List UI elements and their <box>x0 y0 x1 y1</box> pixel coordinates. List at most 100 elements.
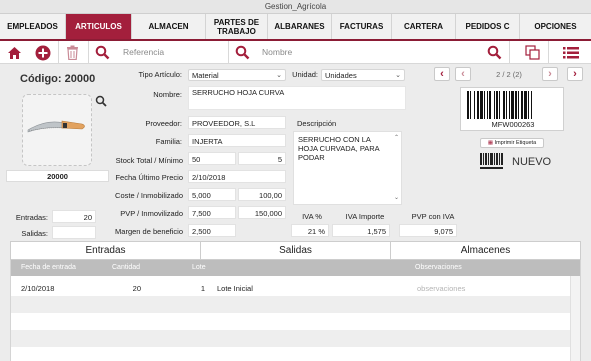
barcode-bar <box>511 91 514 119</box>
iva-importe-field[interactable]: 1,575 <box>332 224 390 237</box>
pvp-iva-field[interactable]: 9,075 <box>399 224 457 237</box>
tab-almacenes[interactable]: Almacenes <box>391 242 580 259</box>
margen-field[interactable]: 2,500 <box>188 224 236 237</box>
tab-opciones[interactable]: OPCIONES <box>520 14 591 39</box>
barcode-bar <box>524 91 527 119</box>
stock-total-field[interactable]: 50 <box>188 152 236 165</box>
column-header: Fecha de entrada <box>21 264 76 271</box>
codigo-label: Código: 20000 <box>20 73 96 85</box>
last-record-button[interactable]: › <box>567 67 583 81</box>
home-icon[interactable] <box>6 44 23 61</box>
table-scrollbar[interactable] <box>570 276 580 361</box>
entradas-table: Fecha de entrada Cantidad Lote Observaci… <box>10 260 581 361</box>
next-record-button[interactable]: › <box>542 67 558 81</box>
descripcion-textarea[interactable]: SERRUCHO CON LA HOJA CURVADA, PARA PODAR… <box>293 131 402 205</box>
table-row <box>11 347 570 361</box>
barcode-bar <box>509 91 510 119</box>
column-header: Lote <box>192 264 206 271</box>
barcode-bar <box>528 91 529 119</box>
zoom-icon[interactable] <box>95 95 107 107</box>
printer-icon: ▦ <box>487 140 494 146</box>
barcode-bar <box>474 91 475 119</box>
tipo-articulo-value: Material <box>192 71 219 80</box>
tab-almacen[interactable]: ALMACEN <box>132 14 206 39</box>
tab-entradas[interactable]: Entradas <box>11 242 201 259</box>
search-icon[interactable] <box>94 44 111 61</box>
tab-salidas[interactable]: Salidas <box>201 242 391 259</box>
trash-icon[interactable] <box>64 44 81 61</box>
tab-cartera[interactable]: CARTERA <box>392 14 456 39</box>
duplicate-icon[interactable] <box>524 44 541 61</box>
iva-importe-label: IVA Importe <box>345 212 385 221</box>
referencia-search-input[interactable]: Referencia <box>123 46 223 59</box>
imprimir-etiqueta-label: Imprimir Etiqueta <box>494 140 537 146</box>
pvp-inmovilizado-field[interactable]: 150,000 <box>238 206 286 219</box>
table-row[interactable]: 2/10/2018 20 1 Lote Inicial observacione… <box>11 279 570 296</box>
nombre-search-input[interactable]: Nombre <box>262 46 462 59</box>
subtabs: Entradas Salidas Almacenes <box>10 241 581 260</box>
barcode-bar <box>503 91 505 119</box>
first-record-button[interactable]: ‹ <box>434 67 450 81</box>
cell-lote: 1 <box>200 284 205 293</box>
table-row <box>11 296 570 313</box>
tipo-articulo-select[interactable]: Material ⌄ <box>188 69 286 81</box>
stock-minimo-field[interactable]: 5 <box>238 152 286 165</box>
fecha-ultimo-precio-field[interactable]: 2/10/2018 <box>188 170 286 183</box>
chevron-down-icon: ⌄ <box>276 72 282 79</box>
barcode-scan-icon[interactable] <box>480 153 504 171</box>
barcode-bar <box>499 91 500 119</box>
nombre-field[interactable]: SERRUCHO HOJA CURVA <box>188 86 406 110</box>
tab-partes-de-trabajo[interactable]: PARTES DE TRABAJO <box>206 14 268 39</box>
tab-empleados[interactable]: EMPLEADOS <box>0 14 66 39</box>
chevron-up-icon[interactable]: ⌃ <box>394 134 399 143</box>
search-icon[interactable] <box>486 44 503 61</box>
table-row <box>11 330 570 347</box>
entradas-field: 20 <box>52 210 96 223</box>
cell-cantidad: 20 <box>132 284 141 293</box>
coste-label: Coste / Inmobilizado <box>115 191 183 200</box>
proveedor-field[interactable]: PROVEEDOR, S.L <box>188 116 286 129</box>
tab-albaranes[interactable]: ALBARANES <box>268 14 332 39</box>
iva-pct-label: IVA % <box>302 212 322 221</box>
inmobilizado-field[interactable]: 100,00 <box>238 188 286 201</box>
nuevo-label: NUEVO <box>512 156 552 168</box>
barcode-bar <box>506 91 507 119</box>
familia-field[interactable]: INJERTA <box>188 134 286 147</box>
prev-record-button[interactable]: ‹ <box>455 67 471 81</box>
barcode-bar <box>494 91 495 119</box>
list-menu-icon[interactable] <box>562 44 579 61</box>
search-icon[interactable] <box>234 44 251 61</box>
margen-label: Margen de beneficio <box>115 227 183 236</box>
salidas-label: Salidas: <box>21 229 48 238</box>
tab-pedidos-c[interactable]: PEDIDOS C <box>456 14 520 39</box>
imprimir-etiqueta-button[interactable]: ▦ Imprimir Etiqueta <box>480 138 544 148</box>
familia-label: Familia: <box>155 137 182 146</box>
toolbar: Referencia Nombre <box>0 41 591 64</box>
app-window: Gestion_Agrícola EMPLEADOS ARTICULOS ALM… <box>0 0 591 361</box>
iva-pct-field[interactable]: 21 % <box>291 224 329 237</box>
barcode-code: MFW000263 <box>491 120 535 129</box>
pvp-field[interactable]: 7,500 <box>188 206 236 219</box>
pvp-iva-label: PVP con IVA <box>411 212 455 221</box>
cell-fecha: 2/10/2018 <box>21 284 55 293</box>
toolbar-separator <box>509 41 510 64</box>
entradas-label: Entradas: <box>15 213 48 222</box>
unidad-select[interactable]: Unidades ⌄ <box>321 69 405 81</box>
saw-image <box>27 120 85 133</box>
toolbar-separator <box>88 41 89 64</box>
chevron-down-icon[interactable]: ⌄ <box>394 194 399 203</box>
tab-facturas[interactable]: FACTURAS <box>332 14 392 39</box>
barcode-bar <box>518 91 519 119</box>
main-nav: EMPLEADOS ARTICULOS ALMACEN PARTES DE TR… <box>0 14 591 41</box>
coste-field[interactable]: 5,000 <box>188 188 236 201</box>
tab-articulos[interactable]: ARTICULOS <box>66 14 132 39</box>
cell-observaciones: observaciones <box>417 284 466 293</box>
column-header: Observaciones <box>415 264 462 271</box>
record-position: 2 / 2 (2) <box>496 70 522 79</box>
article-photo[interactable] <box>22 94 92 166</box>
table-header: Fecha de entrada Cantidad Lote Observaci… <box>11 260 580 276</box>
add-icon[interactable] <box>34 44 51 61</box>
barcode-bar <box>496 91 498 119</box>
barcode-bar <box>477 91 479 119</box>
barcode-bar <box>531 91 532 119</box>
